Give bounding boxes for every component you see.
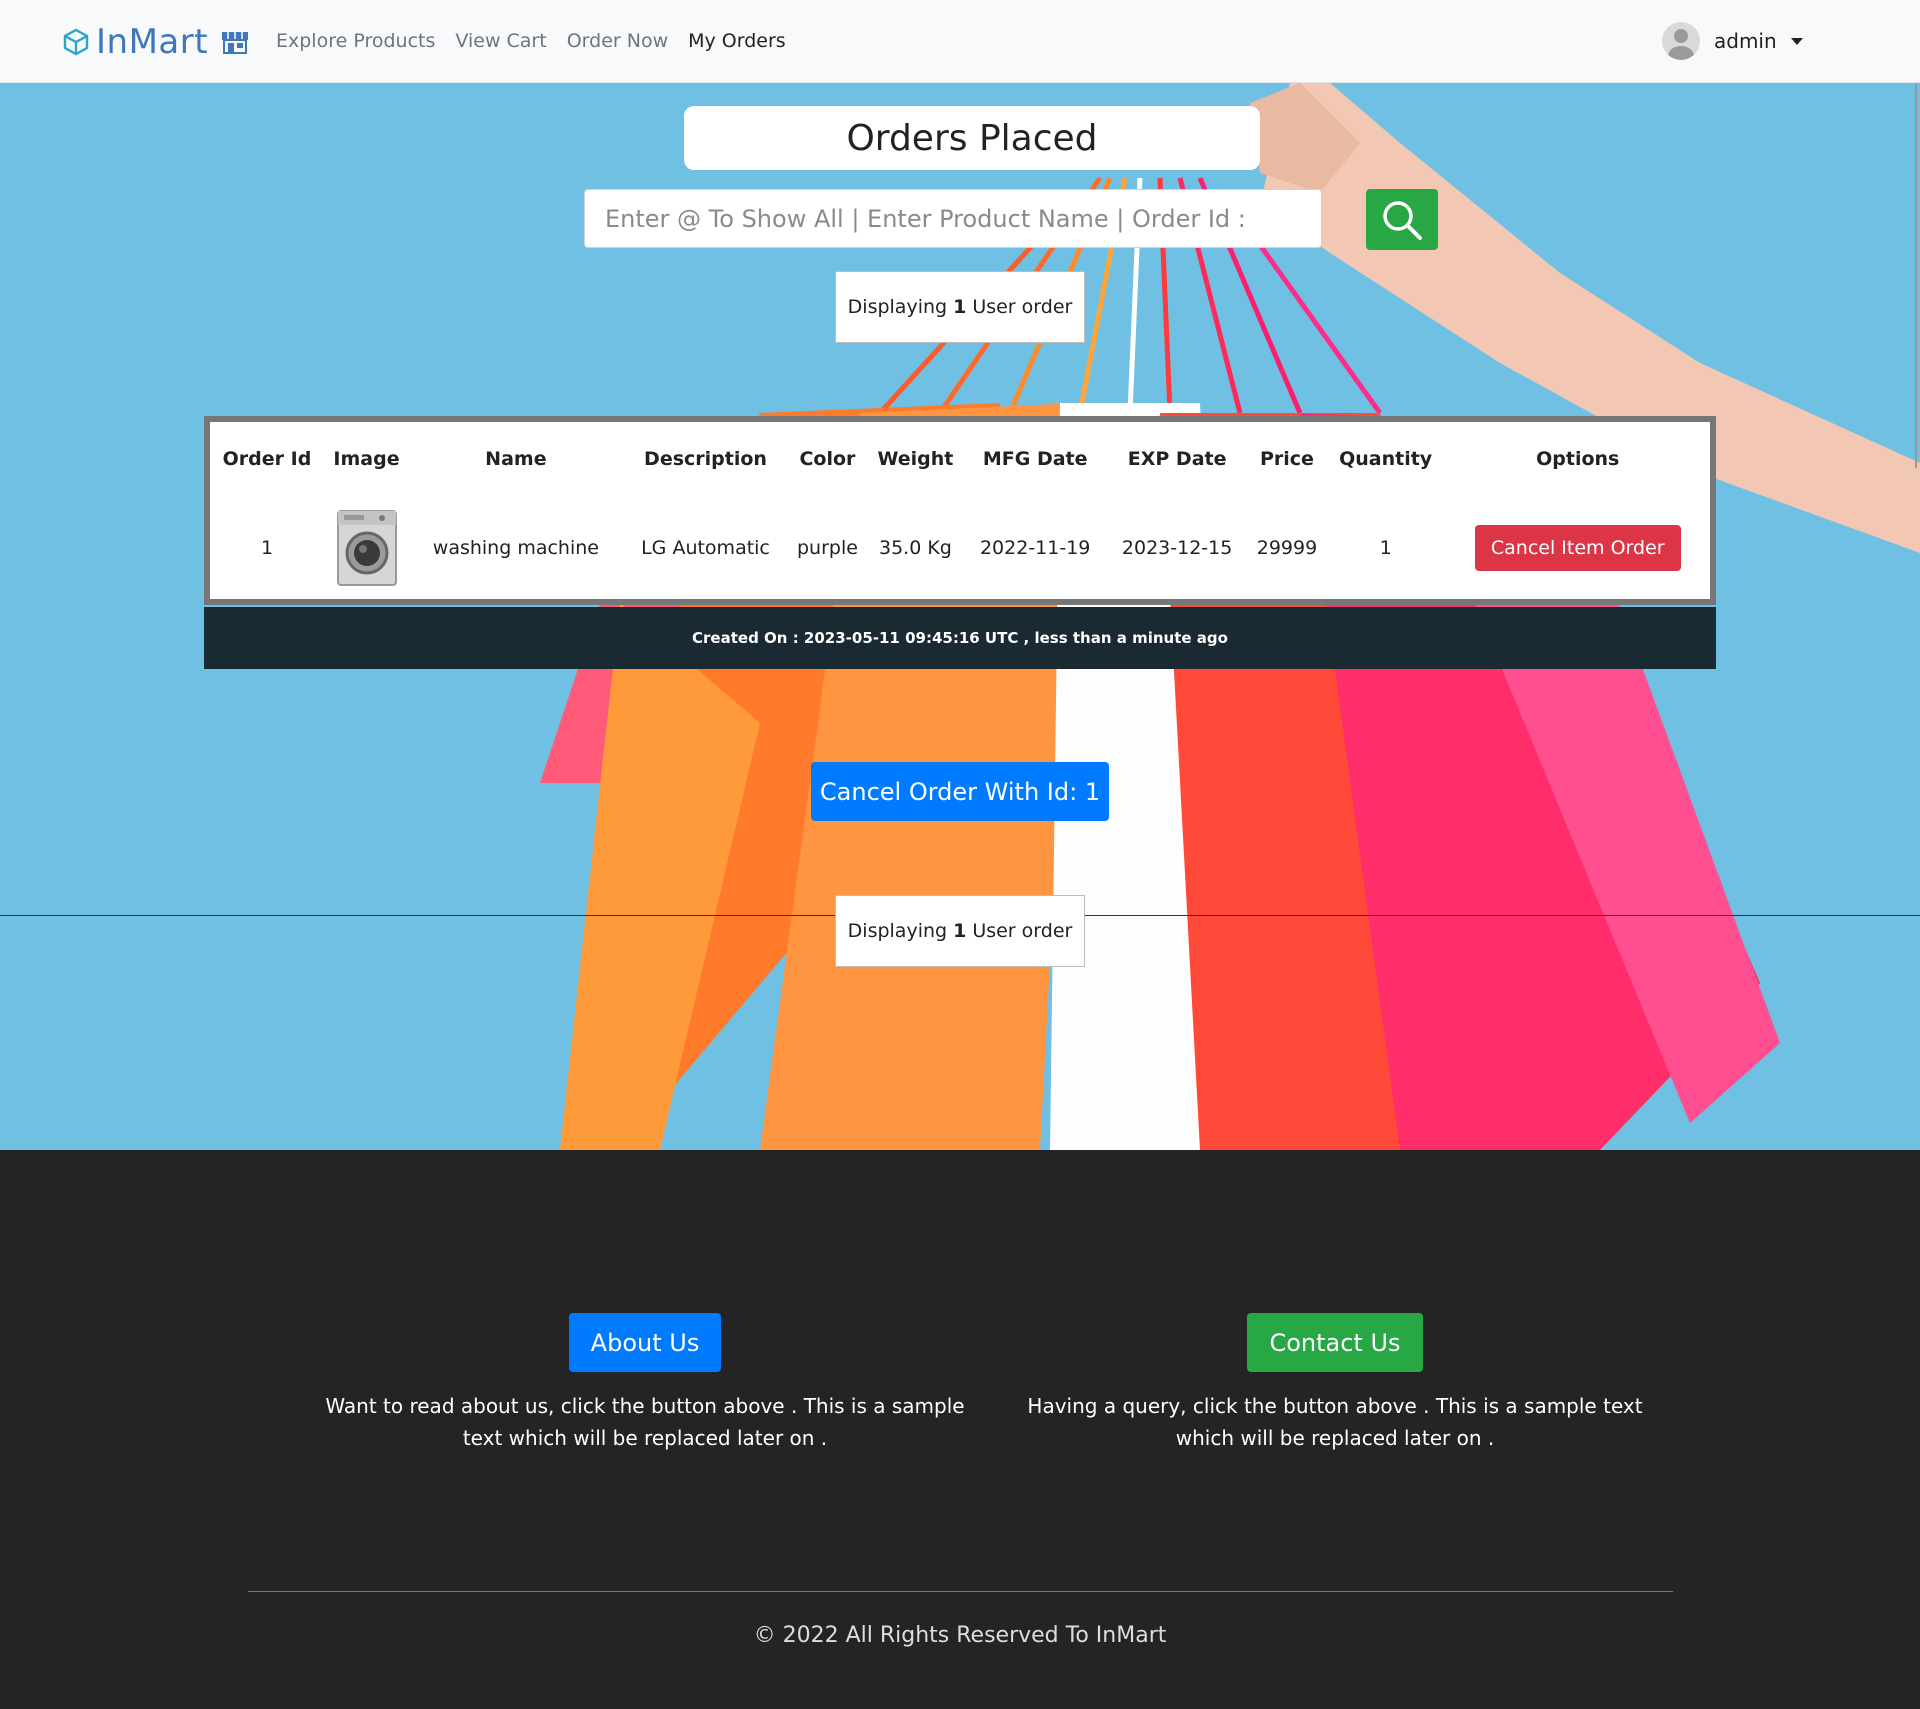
avatar-icon <box>1662 22 1700 60</box>
header-order-id: Order Id <box>222 448 312 470</box>
header-image: Image <box>333 448 400 470</box>
table-row: 1 washing machine LG Automatic purple 35… <box>210 496 1710 599</box>
washing-machine-image <box>336 509 397 586</box>
cell-mfg-date: 2022-11-19 <box>979 536 1091 559</box>
caret-down-icon <box>1790 37 1803 45</box>
cell-price: 29999 <box>1256 536 1318 559</box>
orders-table: Order Id Image Name Description Color We… <box>204 416 1716 605</box>
footer: About Us Want to read about us, click th… <box>0 1150 1920 1709</box>
cancel-order-button[interactable]: Cancel Order With Id: 1 <box>811 762 1109 821</box>
brand-name: InMart <box>96 22 209 62</box>
footer-contact: Contact Us Having a query, click the but… <box>1015 1313 1655 1454</box>
copyright: © 2022 All Rights Reserved To InMart <box>753 1623 1167 1648</box>
header-mfg-date: MFG Date <box>982 448 1088 470</box>
created-on-bar: Created On : 2023-05-11 09:45:16 UTC , l… <box>204 607 1716 669</box>
count-prefix: Displaying <box>847 296 948 318</box>
order-count-top: Displaying 1 User order <box>835 271 1085 343</box>
cell-image <box>324 496 409 599</box>
brand-logo[interactable]: InMart <box>62 22 250 62</box>
cell-quantity: 1 <box>1379 536 1392 559</box>
cell-order-id: 1 <box>260 536 274 559</box>
count-suffix: User order <box>972 296 1073 318</box>
cube-icon <box>63 28 89 56</box>
search-button[interactable] <box>1366 189 1438 250</box>
count-value: 1 <box>953 296 967 318</box>
header-exp-date: EXP Date <box>1127 448 1227 470</box>
search-icon <box>1383 200 1422 240</box>
navbar: InMart Explore Products View Cart Order … <box>0 0 1920 83</box>
user-name: admin <box>1714 29 1777 53</box>
page-title-box: Orders Placed <box>684 106 1260 170</box>
cell-name: washing machine <box>432 536 599 559</box>
header-name: Name <box>485 448 547 470</box>
nav-order-now[interactable]: Order Now <box>567 30 668 52</box>
header-price: Price <box>1259 448 1314 470</box>
nav-explore-products[interactable]: Explore Products <box>276 30 435 52</box>
count-prefix: Displaying <box>847 920 948 942</box>
nav-view-cart[interactable]: View Cart <box>455 30 546 52</box>
about-text: Want to read about us, click the button … <box>325 1394 965 1450</box>
contact-us-button[interactable]: Contact Us <box>1247 1313 1423 1372</box>
contact-text: Having a query, click the button above .… <box>1027 1394 1643 1450</box>
header-options: Options <box>1536 448 1620 470</box>
cell-options: Cancel Item Order <box>1445 496 1710 599</box>
header-weight: Weight <box>877 448 954 470</box>
search-input[interactable] <box>584 189 1322 248</box>
created-on-text: Created On : 2023-05-11 09:45:16 UTC , l… <box>692 629 1228 647</box>
store-icon <box>222 32 249 54</box>
order-count-bottom: Displaying 1 User order <box>835 895 1085 967</box>
table-header-row: Order Id Image Name Description Color We… <box>210 422 1710 496</box>
scrollbar-indicator <box>1915 83 1917 468</box>
cell-weight: 35.0 Kg <box>878 536 952 559</box>
count-suffix: User order <box>972 920 1073 942</box>
header-color: Color <box>799 448 856 470</box>
footer-divider <box>248 1591 1673 1592</box>
cell-description: LG Automatic <box>641 536 770 559</box>
cancel-item-order-button[interactable]: Cancel Item Order <box>1474 524 1681 571</box>
nav-my-orders[interactable]: My Orders <box>688 30 786 52</box>
cell-color: purple <box>796 536 858 559</box>
cell-exp-date: 2023-12-15 <box>1121 536 1233 559</box>
count-value: 1 <box>953 920 967 942</box>
about-us-button[interactable]: About Us <box>568 1313 722 1372</box>
nav-links: Explore Products View Cart Order Now My … <box>276 30 786 52</box>
header-quantity: Quantity <box>1339 448 1433 470</box>
page-title: Orders Placed <box>846 117 1098 159</box>
user-dropdown[interactable]: admin <box>1662 22 1803 60</box>
footer-about: About Us Want to read about us, click th… <box>325 1313 965 1454</box>
header-description: Description <box>644 448 767 470</box>
